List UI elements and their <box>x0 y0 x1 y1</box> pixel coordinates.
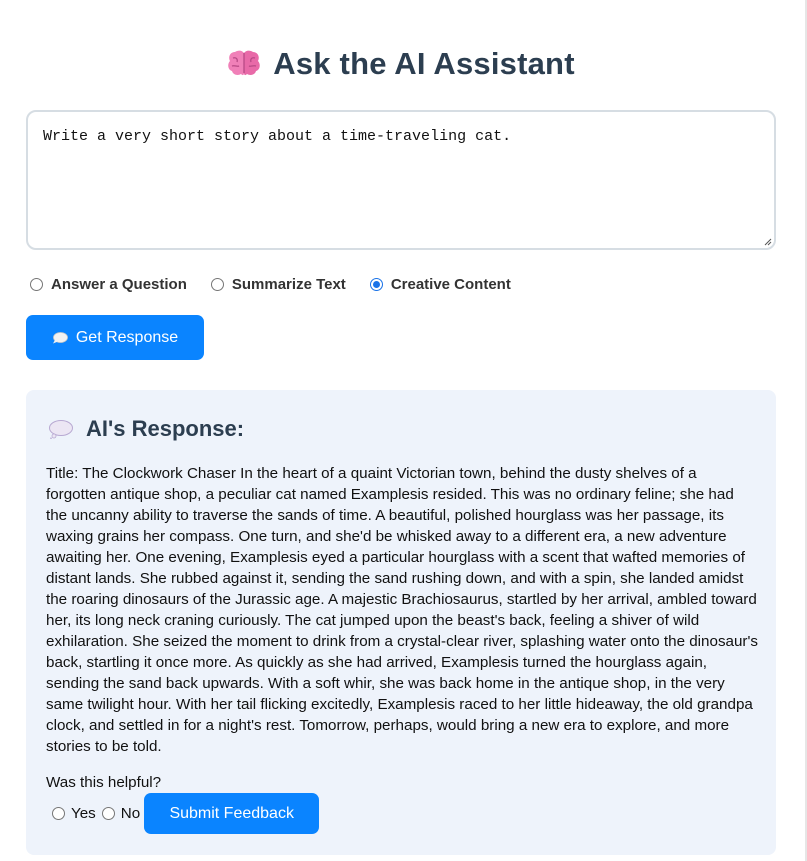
mode-option-answer-question[interactable]: Answer a Question <box>30 276 187 293</box>
mode-radio-group: Answer a Question Summarize Text Creativ… <box>30 276 535 293</box>
response-heading: AI's Response: <box>48 416 244 442</box>
response-panel: AI's Response: Title: The Clockwork Chas… <box>26 390 776 855</box>
mode-label: Creative Content <box>390 276 511 293</box>
speech-bubble-icon <box>52 331 68 343</box>
feedback-option-yes[interactable]: Yes <box>52 805 96 822</box>
radio-yes[interactable] <box>52 807 65 820</box>
radio-summarize-text[interactable] <box>210 278 224 291</box>
mode-label: Answer a Question <box>51 276 187 293</box>
feedback-controls: Yes No Submit Feedback <box>52 793 320 834</box>
brain-icon <box>228 50 261 76</box>
feedback-no-label: No <box>120 805 141 822</box>
thought-bubble-icon <box>49 420 73 439</box>
page-title: Ask the AI Assistant <box>26 46 776 82</box>
feedback-question: Was this helpful? <box>46 774 162 791</box>
radio-no[interactable] <box>101 807 115 820</box>
resize-handle-icon[interactable] <box>762 236 772 246</box>
get-response-button[interactable]: Get Response <box>26 315 204 360</box>
get-response-label: Get Response <box>75 328 179 346</box>
response-heading-text: AI's Response: <box>86 416 245 441</box>
mode-label: Summarize Text <box>231 276 346 293</box>
submit-feedback-button[interactable]: Submit Feedback <box>144 793 320 834</box>
radio-answer-question[interactable] <box>30 278 43 291</box>
mode-option-creative-content[interactable]: Creative Content <box>369 276 511 293</box>
feedback-option-no[interactable]: No <box>101 805 141 822</box>
feedback-yes-label: Yes <box>71 805 96 822</box>
radio-creative-content[interactable] <box>369 278 383 291</box>
prompt-input[interactable]: Write a very short story about a time-tr… <box>26 110 776 250</box>
response-text: Title: The Clockwork Chaser In the heart… <box>46 465 758 755</box>
mode-option-summarize-text[interactable]: Summarize Text <box>210 276 346 293</box>
page-title-text: Ask the AI Assistant <box>273 46 575 81</box>
